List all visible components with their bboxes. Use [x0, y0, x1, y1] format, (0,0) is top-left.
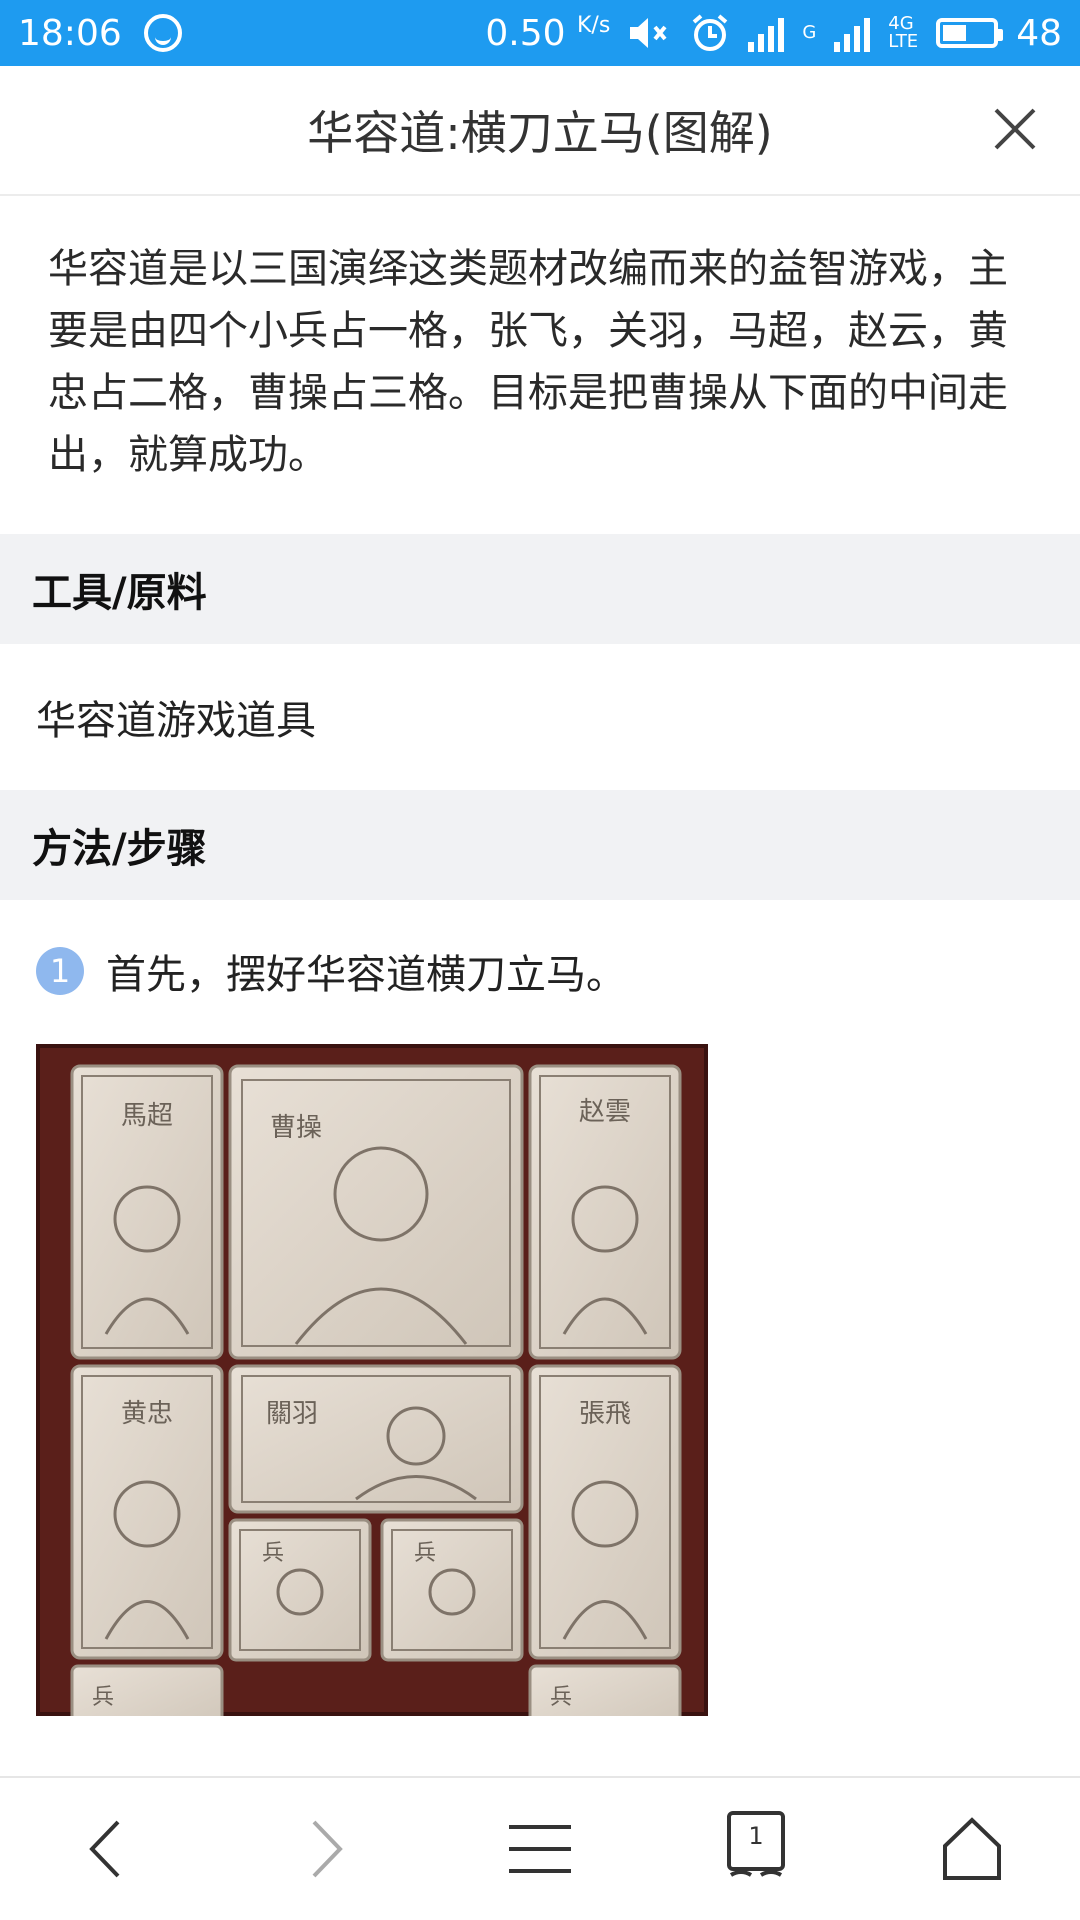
piece-zhangfei: 張飛: [528, 1364, 682, 1660]
battery-level: 48: [1016, 12, 1062, 54]
intro-text: 华容道是以三国演绎这类题材改编而来的益智游戏，主要是由四个小兵占一格，张飞，关羽…: [48, 246, 1008, 478]
network-type-4g: 4G LTE: [888, 13, 919, 52]
network-type-g: G: [802, 22, 817, 43]
signal-icon: [748, 14, 785, 52]
label-caocao: 曹操: [270, 1113, 322, 1143]
step-text: 首先，摆好华容道横刀立马。: [106, 952, 626, 998]
alarm-icon: [693, 14, 728, 51]
piece-zhaoyun: 赵雲: [528, 1064, 682, 1360]
browser-bottom-nav: 1: [0, 1776, 1080, 1920]
tools-text: 华容道游戏道具: [36, 698, 316, 744]
app-notification-icon: [143, 14, 182, 52]
menu-icon: [509, 1825, 571, 1873]
tabs-button[interactable]: 1: [701, 1794, 811, 1904]
tools-heading: 工具/原料: [0, 534, 1080, 644]
piece-huangzhong: 黄忠: [70, 1364, 224, 1660]
piece-soldier-1: 兵: [228, 1518, 372, 1662]
forward-icon: [312, 1820, 343, 1878]
forward-button[interactable]: [269, 1794, 379, 1904]
label-soldier-2: 兵: [414, 1541, 436, 1566]
back-button[interactable]: [53, 1794, 163, 1904]
label-soldier-3: 兵: [92, 1685, 114, 1710]
label-soldier-1: 兵: [262, 1541, 284, 1566]
step-number-badge: 1: [36, 947, 84, 995]
status-time: 18:06: [18, 12, 122, 54]
piece-guanyu: 關羽: [228, 1364, 524, 1514]
step-item: 1 首先，摆好华容道横刀立马。: [36, 942, 626, 1000]
piece-soldier-2: 兵: [380, 1518, 524, 1662]
page-header: 华容道:横刀立马(图解): [0, 66, 1080, 196]
back-icon: [89, 1820, 120, 1878]
mute-icon: [630, 18, 667, 48]
label-soldier-4: 兵: [550, 1685, 572, 1710]
label-machao: 馬超: [121, 1101, 173, 1131]
piece-caocao: 曹操: [228, 1064, 524, 1360]
piece-machao: 馬超: [70, 1064, 224, 1360]
label-zhaoyun: 赵雲: [579, 1097, 631, 1127]
signal-icon-2: [834, 14, 871, 52]
label-zhangfei: 張飛: [579, 1399, 631, 1429]
home-icon: [943, 1817, 1001, 1880]
label-huangzhong: 黄忠: [121, 1399, 173, 1429]
tab-count: 1: [748, 1822, 764, 1850]
huarongdao-photo[interactable]: 馬超 曹操 赵雲 黄忠 關羽 張飛 兵 兵 兵 兵: [36, 1044, 708, 1716]
close-icon[interactable]: [980, 94, 1050, 164]
menu-button[interactable]: [485, 1794, 595, 1904]
status-bar: 18:06 0.50 K/s G 4G LTE 48: [0, 0, 1080, 66]
page-title: 华容道:横刀立马(图解): [307, 106, 773, 160]
method-heading: 方法/步骤: [0, 790, 1080, 900]
home-button[interactable]: [917, 1794, 1027, 1904]
label-guanyu: 關羽: [266, 1399, 318, 1429]
piece-soldier-4: 兵: [528, 1664, 682, 1716]
battery-icon: [936, 18, 1004, 48]
network-speed-unit: K/s: [577, 12, 611, 38]
network-speed: 0.50 K/s: [485, 12, 611, 54]
piece-soldier-3: 兵: [70, 1664, 224, 1716]
